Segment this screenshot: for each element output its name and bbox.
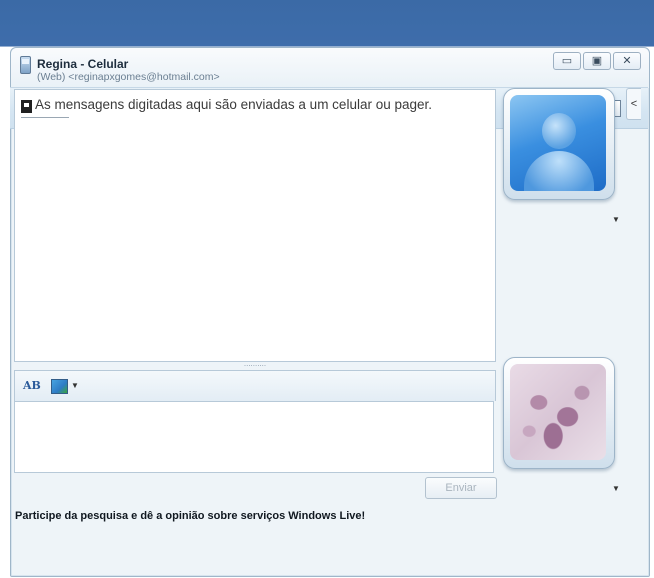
self-avatar-image <box>510 364 606 460</box>
mobile-phone-icon <box>20 56 31 74</box>
spell-check-icon[interactable]: AB <box>23 379 41 392</box>
emoticon-icon[interactable] <box>51 379 68 394</box>
self-avatar-chevron-down-icon[interactable]: ▼ <box>612 484 620 493</box>
silhouette-body <box>524 151 594 191</box>
compose-toolbar: AB ▼ <box>14 370 496 401</box>
chevron-down-icon[interactable]: ▼ <box>71 381 79 390</box>
collapse-panel-button[interactable]: < <box>626 88 641 120</box>
pane-splitter[interactable]: .......... <box>14 360 496 370</box>
contact-avatar-chevron-down-icon[interactable]: ▼ <box>612 215 620 224</box>
self-avatar[interactable] <box>503 357 615 469</box>
mobile-notice-icon <box>21 100 32 113</box>
silhouette-head <box>542 113 576 149</box>
survey-link[interactable]: Participe da pesquisa e dê a opinião sob… <box>15 510 365 522</box>
send-button[interactable]: Enviar <box>425 477 497 499</box>
contact-name: Regina - Celular <box>37 57 129 71</box>
maximize-button[interactable]: ▣ <box>583 52 611 70</box>
default-user-icon <box>510 95 606 191</box>
title-bar: Regina - Celular (Web) <reginapxgomes@ho… <box>11 48 649 88</box>
mobile-notice-text: As mensagens digitadas aqui são enviadas… <box>35 97 433 112</box>
conversation-history[interactable]: As mensagens digitadas aqui são enviadas… <box>14 89 496 362</box>
close-button[interactable]: ✕ <box>613 52 641 70</box>
contact-avatar[interactable] <box>503 88 615 200</box>
message-input[interactable] <box>14 401 494 473</box>
divider <box>21 117 69 118</box>
window-controls: ▭ ▣ ✕ <box>553 52 641 70</box>
minimize-button[interactable]: ▭ <box>553 52 581 70</box>
contact-email: (Web) <reginapxgomes@hotmail.com> <box>37 71 220 83</box>
